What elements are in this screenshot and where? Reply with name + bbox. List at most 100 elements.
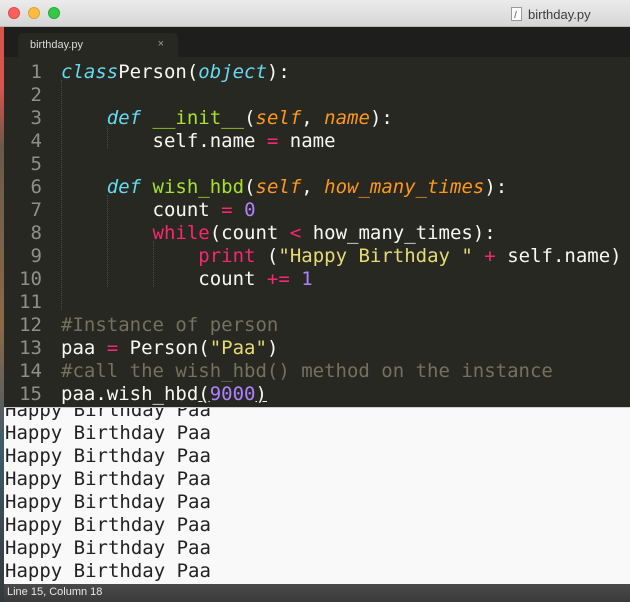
- code-line[interactable]: 9 print ("Happy Birthday " + self.name): [4, 245, 630, 268]
- code-text: classPerson(object):: [61, 61, 290, 83]
- line-number: 5: [30, 153, 42, 175]
- code-token: ):: [369, 107, 393, 129]
- code-token: 1: [301, 268, 313, 290]
- code-token: how_many_times):: [301, 222, 496, 244]
- code-token: how_many_times: [324, 176, 485, 198]
- line-number: 14: [19, 360, 42, 382]
- code-token: #call the wish_hbd() method on the insta…: [61, 360, 553, 382]
- code-token: self.name: [61, 130, 267, 152]
- code-line[interactable]: 7 count = 0: [4, 199, 630, 222]
- code-text: #Instance of person: [61, 314, 278, 336]
- code-line[interactable]: 2: [4, 84, 630, 107]
- code-line[interactable]: 5: [4, 153, 630, 176]
- output-line: Happy Birthday Paa: [5, 491, 211, 513]
- code-token: wish_hbd: [152, 176, 245, 198]
- code-editor[interactable]: 1 classPerson(object): 2 3 def __init__(sel…: [4, 57, 630, 407]
- code-token: ):: [484, 176, 508, 198]
- code-line[interactable]: 15 paa.wish_hbd(9000): [4, 383, 630, 406]
- code-text: def __init__(self, name):: [61, 107, 393, 129]
- code-token: #Instance of person: [61, 314, 279, 336]
- line-number: 4: [30, 130, 42, 152]
- output-line: Happy Birthday Paa: [5, 422, 211, 444]
- code-token: Person(: [118, 337, 210, 359]
- code-line[interactable]: 4 self.name = name: [4, 130, 630, 153]
- code-token: object: [198, 61, 267, 83]
- code-line[interactable]: 1 classPerson(object):: [4, 61, 630, 84]
- code-token: count: [61, 199, 222, 221]
- code-text: def wish_hbd(self, how_many_times):: [61, 176, 507, 198]
- line-number: 7: [30, 199, 42, 221]
- code-token: def: [106, 107, 142, 129]
- cursor-position: Line 15, Column 18: [7, 586, 103, 598]
- code-token: name: [324, 107, 370, 129]
- line-number: 11: [19, 291, 42, 313]
- code-token: paa.wish_hbd: [61, 383, 199, 405]
- code-line[interactable]: 11: [4, 291, 630, 314]
- python-file-icon: [511, 7, 522, 21]
- code-token: +=: [266, 268, 290, 290]
- output-line: Happy Birthday Paa: [5, 514, 211, 536]
- code-token: ,: [301, 176, 325, 198]
- code-line[interactable]: 14 #call the wish_hbd() method on the ins…: [4, 360, 630, 383]
- zoom-window-button[interactable]: [48, 7, 60, 19]
- code-text: self.name = name: [61, 130, 336, 152]
- code-token: def: [106, 176, 142, 198]
- title-bar: birthday.py: [0, 0, 630, 27]
- code-token: +: [484, 245, 496, 267]
- tab-close-icon[interactable]: ×: [158, 38, 164, 50]
- code-line[interactable]: 12 #Instance of person: [4, 314, 630, 337]
- code-token: self: [255, 107, 302, 129]
- window-title-text: birthday.py: [528, 7, 591, 22]
- code-token: Person(: [118, 61, 199, 83]
- code-line[interactable]: 3 def __init__(self, name):: [4, 107, 630, 130]
- code-token: self: [255, 176, 302, 198]
- code-token: self.name): [495, 245, 622, 267]
- code-text: paa.wish_hbd(9000): [61, 383, 267, 405]
- code-token: while: [152, 222, 210, 244]
- minimize-window-button[interactable]: [28, 7, 40, 19]
- code-text: #call the wish_hbd() method on the insta…: [61, 360, 553, 382]
- output-line: Happy Birthday Paa: [5, 468, 211, 490]
- line-number: 10: [19, 268, 42, 290]
- line-number: 8: [30, 222, 42, 244]
- code-token: =: [106, 337, 119, 359]
- code-token: <: [289, 222, 302, 244]
- code-line[interactable]: 6 def wish_hbd(self, how_many_times):: [4, 176, 630, 199]
- code-token: ): [266, 337, 279, 359]
- code-line[interactable]: 13 paa = Person("Paa"): [4, 337, 630, 360]
- code-token: name: [278, 130, 336, 152]
- code-token: "Paa": [209, 337, 267, 359]
- output-line: Happy Birthday Paa: [5, 445, 211, 467]
- line-number: 13: [19, 337, 42, 359]
- tab-birthday-py[interactable]: birthday.py ×: [18, 33, 178, 57]
- output-line: Happy Birthday Paa: [5, 537, 211, 559]
- code-line[interactable]: 8 while(count < how_many_times):: [4, 222, 630, 245]
- code-token: (count: [209, 222, 290, 244]
- code-text: count = 0: [61, 199, 256, 221]
- close-window-button[interactable]: [8, 7, 20, 19]
- code-token: (: [244, 107, 256, 129]
- code-token: (: [198, 383, 210, 405]
- line-number: 12: [19, 314, 42, 336]
- line-number: 9: [30, 245, 42, 267]
- code-line[interactable]: 10 count += 1: [4, 268, 630, 291]
- output-line: Happy Birthday Paa: [5, 560, 211, 582]
- code-token: count: [61, 268, 267, 290]
- line-number: 1: [30, 61, 42, 83]
- line-number: 6: [30, 176, 42, 198]
- output-line: Happy Birthday Paa: [5, 407, 211, 421]
- code-text: count += 1: [61, 268, 313, 290]
- code-token: ): [255, 383, 267, 405]
- build-output-panel[interactable]: Happy Birthday Paa Happy Birthday Paa Happ…: [4, 407, 630, 585]
- tab-label: birthday.py: [30, 39, 83, 51]
- code-token: =: [221, 199, 233, 221]
- code-token: ,: [301, 107, 325, 129]
